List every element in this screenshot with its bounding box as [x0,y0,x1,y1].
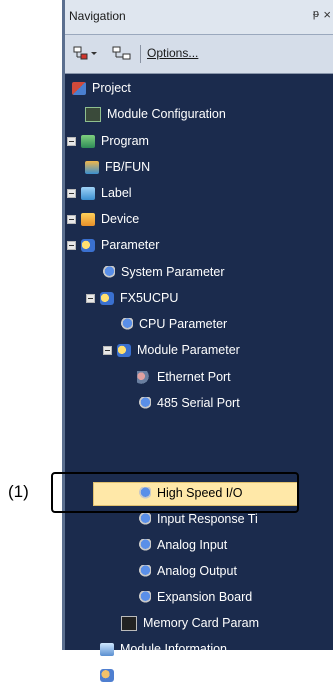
collapse-toggle-icon[interactable] [67,240,76,250]
tree-item-project[interactable]: Project [72,78,131,98]
tree-item-analog-output[interactable]: Analog Output [137,561,237,581]
fb-fun-icon [85,160,99,174]
tree-item-label: Input Response Ti [157,512,258,526]
settings-icon [119,317,133,331]
device-icon [81,212,95,226]
tree-item-program[interactable]: Program [67,131,149,151]
tree-item-label: Analog Input [157,538,228,552]
collapse-icon [112,46,131,60]
tree-item-module-information[interactable]: Module Information [100,639,227,659]
tree-item-system-parameter[interactable]: System Parameter [101,262,225,282]
view-mode-dropdown[interactable] [73,44,99,62]
tree-item-label: Module Information [120,642,228,656]
tree-item-memory-card-parameter[interactable]: Memory Card Param [121,613,259,633]
ethernet-icon [137,370,151,384]
tree-item-label: CPU Parameter [139,317,228,331]
tree-item-label: Project [92,81,131,95]
parameter-icon [117,343,131,357]
tree-item-label: Module Parameter [137,343,240,357]
tree-item-parameter[interactable]: Parameter [67,235,159,255]
tree-item-label: Expansion Board [157,590,253,604]
remote-password-icon [100,668,114,682]
tree-item-module-parameter[interactable]: Module Parameter [103,340,240,360]
close-icon[interactable]: × [323,7,331,22]
tree-item-analog-input[interactable]: Analog Input [137,535,227,555]
callout-label: (1) [8,482,29,501]
settings-icon [101,265,115,279]
tree-item-label: Parameter [101,238,160,252]
settings-icon [137,564,151,578]
tree-item-label: Ethernet Port [157,370,231,384]
module-config-icon [85,106,101,122]
tree-item-fx5ucpu[interactable]: FX5UCPU [86,288,178,308]
tree-item-label: FB/FUN [105,160,151,174]
tree-item-label: FX5UCPU [120,291,179,305]
expand-toggle-icon[interactable] [67,188,76,198]
tree-item-label: Device [101,212,140,226]
tree-item-fb-fun[interactable]: FB/FUN [85,157,150,177]
options-button[interactable]: Options... [147,46,198,60]
expand-toggle-icon[interactable] [67,136,76,146]
settings-icon [137,538,151,552]
collapse-toggle-icon[interactable] [86,293,95,303]
module-info-icon [100,642,114,656]
panel-header: Navigation ᵽ × [65,0,333,35]
panel-toolbar: Options... [65,35,333,74]
tree-item-label: Remote Password [120,668,223,682]
settings-icon [137,590,151,604]
tree-view-icon [73,46,97,60]
memory-card-icon [121,615,137,631]
tree-item-label: 485 Serial Port [157,396,240,410]
tree-item-485-serial-port[interactable]: 485 Serial Port [137,393,240,413]
callout-box [51,472,299,513]
panel-title: Navigation [69,9,126,23]
expand-toggle-icon[interactable] [67,214,76,224]
collapse-all-button[interactable] [111,44,133,62]
parameter-icon [100,291,114,305]
chevron-down-icon [91,52,97,55]
tree-item-ethernet-port[interactable]: Ethernet Port [137,367,231,387]
settings-icon [137,396,151,410]
tree-item-label: Memory Card Param [143,616,259,630]
program-icon [81,134,95,148]
parameter-icon [81,238,95,252]
tree-item-module-configuration[interactable]: Module Configuration [85,104,226,124]
tree-item-expansion-board[interactable]: Expansion Board [137,587,252,607]
tree-item-label: Analog Output [157,564,237,578]
tree-item-label: System Parameter [121,265,225,279]
pin-icon[interactable]: ᵽ [313,8,319,20]
collapse-toggle-icon[interactable] [103,345,112,355]
tree-item-label[interactable]: Label [67,183,132,203]
tree-item-label: Label [101,186,132,200]
settings-icon [137,512,151,526]
project-icon [72,81,86,95]
panel-left-border [62,0,65,650]
tree-item-cpu-parameter[interactable]: CPU Parameter [119,314,227,334]
toolbar-separator [140,45,141,63]
label-icon [81,186,95,200]
tree-item-label: Module Configuration [107,107,226,121]
tree-item-label: Program [101,134,149,148]
tree-item-device[interactable]: Device [67,209,139,229]
tree-item-remote-password[interactable]: Remote Password [100,665,222,685]
